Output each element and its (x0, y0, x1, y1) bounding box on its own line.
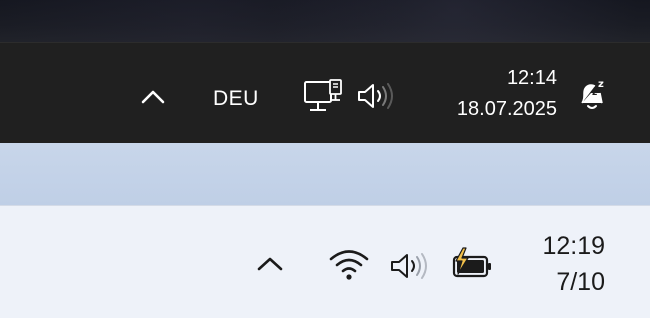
speaker-icon (358, 83, 393, 109)
chevron-up-icon (257, 257, 283, 271)
volume-button[interactable] (356, 81, 396, 111)
svg-text:z: z (592, 88, 597, 98)
show-hidden-icons-button[interactable] (140, 87, 166, 107)
system-clock[interactable]: 12:19 7/10 (542, 228, 605, 300)
network-status-button[interactable] (302, 79, 346, 115)
desktop-wallpaper (0, 0, 650, 42)
notifications-button[interactable]: z z (574, 77, 610, 113)
wifi-icon (329, 250, 369, 280)
taskbar-dark: DEU 12:14 18.07.2025 z z (0, 42, 650, 144)
wifi-button[interactable] (328, 248, 370, 282)
volume-button[interactable] (389, 250, 433, 282)
notification-bell-snooze-icon: z z (581, 79, 604, 109)
clock-time: 12:14 (506, 67, 557, 89)
svg-text:z: z (598, 79, 604, 90)
battery-button[interactable] (449, 247, 493, 281)
system-clock[interactable]: 12:14 18.07.2025 (457, 63, 557, 125)
clock-date: 7/10 (556, 268, 605, 296)
battery-charging-icon (452, 247, 491, 278)
speaker-icon (391, 253, 427, 279)
clock-time: 12:19 (542, 232, 605, 260)
chevron-up-icon (141, 90, 165, 104)
input-language-indicator[interactable]: DEU (213, 87, 259, 111)
show-hidden-icons-button[interactable] (256, 254, 284, 274)
desktop-background (0, 143, 650, 205)
taskbar-light: 12:19 7/10 (0, 205, 650, 318)
network-computer-icon (304, 79, 342, 111)
clock-date: 18.07.2025 (456, 98, 557, 120)
